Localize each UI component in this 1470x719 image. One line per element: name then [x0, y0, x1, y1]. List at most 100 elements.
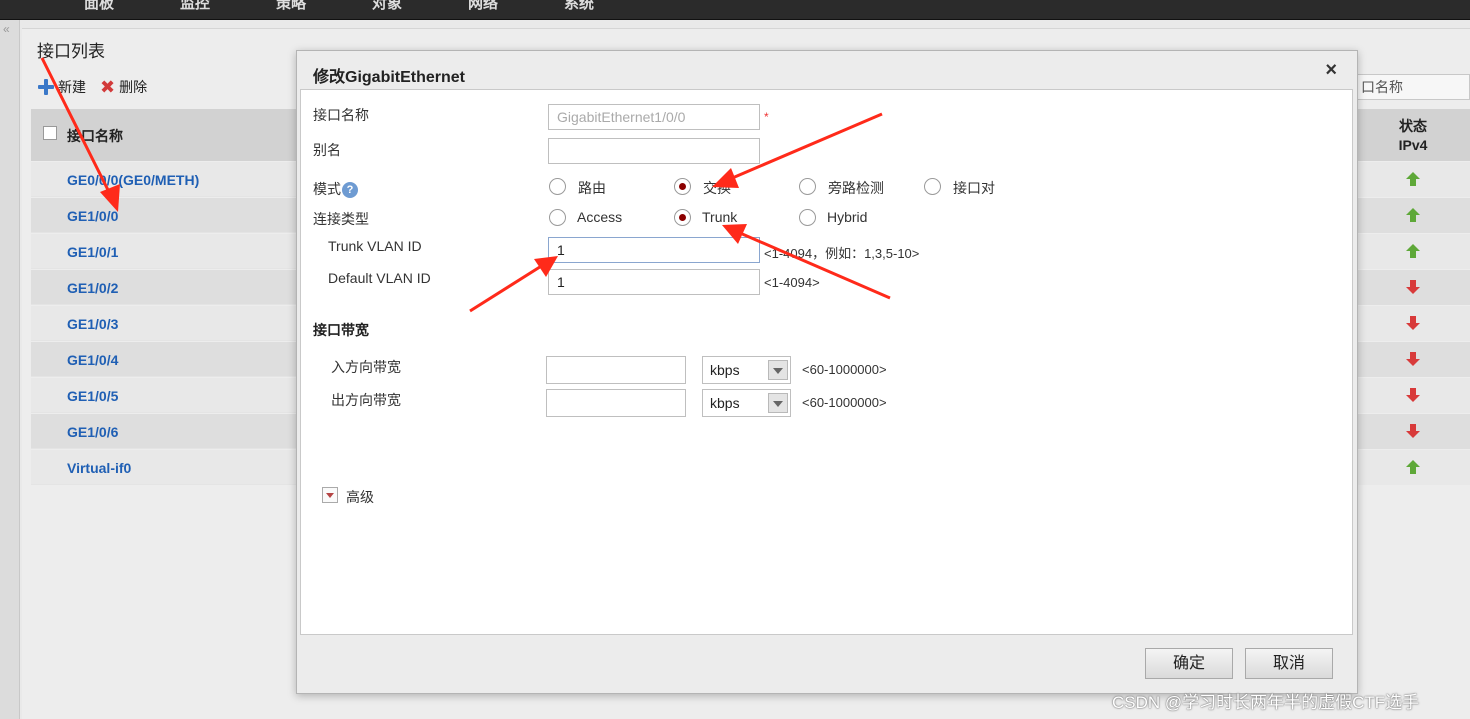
connection-type-label: 连接类型 [313, 211, 369, 227]
left-sidebar-collapsed [0, 20, 20, 719]
mode-pair-label: 接口对 [953, 180, 995, 196]
status-down-icon [1406, 388, 1420, 402]
select-all-checkbox[interactable] [43, 126, 57, 140]
interface-name-field: GigabitEthernet1/0/0 [548, 104, 760, 130]
default-vlan-hint: <1-4094> [764, 275, 820, 290]
interface-row[interactable]: Virtual-if0 [31, 450, 301, 485]
inbound-unit-value: kbps [710, 362, 740, 378]
mode-bypass-radio[interactable] [799, 178, 816, 195]
advanced-label[interactable]: 高级 [346, 487, 374, 507]
chevron-down-icon[interactable] [768, 393, 788, 413]
delete-icon: ✖ [100, 77, 116, 97]
interface-link[interactable]: GE1/0/0 [67, 208, 118, 224]
interface-link[interactable]: Virtual-if0 [67, 460, 131, 476]
page-title: 接口列表 [37, 42, 105, 61]
interface-row[interactable]: GE1/0/5 [31, 378, 301, 413]
interface-link[interactable]: GE1/0/6 [67, 424, 118, 440]
status-up-icon [1406, 460, 1420, 474]
ipv4-header-label: IPv4 [1398, 137, 1428, 153]
required-mark: * [764, 110, 769, 124]
alias-label: 别名 [313, 142, 341, 158]
interface-row[interactable]: GE1/0/1 [31, 234, 301, 269]
plus-icon [38, 79, 54, 95]
delete-button[interactable]: ✖ 删除 [100, 77, 147, 97]
cancel-button[interactable]: 取消 [1245, 648, 1333, 679]
interface-link[interactable]: GE1/0/2 [67, 280, 118, 296]
status-up-icon [1406, 244, 1420, 258]
inbound-unit-select[interactable]: kbps [702, 356, 791, 384]
interface-row[interactable]: GE1/0/4 [31, 342, 301, 377]
advanced-expand-icon[interactable] [322, 487, 338, 503]
interface-link[interactable]: GE1/0/4 [67, 352, 118, 368]
ipv4-status-cell [1356, 198, 1470, 233]
conn-access-radio[interactable] [549, 209, 566, 226]
mode-bypass-label: 旁路检测 [828, 180, 884, 196]
status-down-icon [1406, 316, 1420, 330]
status-up-icon [1406, 208, 1420, 222]
alias-input[interactable] [548, 138, 760, 164]
mode-label: 模式? [313, 179, 358, 199]
status-down-icon [1406, 280, 1420, 294]
ipv4-status-cell [1356, 342, 1470, 377]
nav-item-monitor[interactable]: 监控 [180, 0, 210, 13]
interface-row[interactable]: GE1/0/3 [31, 306, 301, 341]
bandwidth-section-title: 接口带宽 [313, 322, 369, 338]
delete-button-label: 删除 [119, 79, 148, 95]
default-vlan-input[interactable]: 1 [548, 269, 760, 295]
nav-item-dashboard[interactable]: 面板 [84, 0, 114, 13]
expand-sidebar-icon[interactable]: « [3, 22, 10, 36]
outbound-bandwidth-hint: <60-1000000> [802, 395, 887, 410]
inbound-bandwidth-input[interactable] [546, 356, 686, 384]
interface-row[interactable]: GE0/0/0(GE0/METH) [31, 162, 301, 197]
default-vlan-label: Default VLAN ID [328, 270, 431, 286]
status-header-label: 状态 [1399, 118, 1427, 134]
column-interface-name: 接口名称 [67, 128, 123, 144]
interface-row[interactable]: GE1/0/0 [31, 198, 301, 233]
mode-switch-label: 交换 [703, 180, 731, 196]
nav-item-policy[interactable]: 策略 [276, 0, 306, 13]
mode-switch-radio[interactable] [674, 178, 691, 195]
trunk-vlan-input[interactable]: 1 [548, 237, 760, 263]
status-down-icon [1406, 424, 1420, 438]
conn-hybrid-radio[interactable] [799, 209, 816, 226]
edit-interface-dialog: 修改GigabitEthernet × 接口名称 GigabitEthernet… [296, 50, 1358, 694]
dialog-title: 修改GigabitEthernet [313, 69, 466, 86]
ok-button[interactable]: 确定 [1145, 648, 1233, 679]
help-icon[interactable]: ? [342, 182, 358, 199]
conn-access-label: Access [577, 209, 623, 225]
interface-link[interactable]: GE0/0/0(GE0/METH) [67, 172, 199, 188]
interface-link[interactable]: GE1/0/1 [67, 244, 118, 260]
outbound-unit-value: kbps [710, 395, 740, 411]
ipv4-status-cell [1356, 270, 1470, 305]
status-down-icon [1406, 352, 1420, 366]
new-button-label: 新建 [58, 79, 86, 95]
interface-row[interactable]: GE1/0/6 [31, 414, 301, 449]
interface-row[interactable]: GE1/0/2 [31, 270, 301, 305]
dialog-form: 接口名称 GigabitEthernet1/0/0 * 别名 模式? 路由 交换… [300, 89, 1353, 635]
new-button[interactable]: 新建 [38, 77, 86, 97]
watermark: CSDN @学习时长两年半的虚假CTF选手 [1112, 693, 1420, 712]
nav-item-network[interactable]: 网络 [468, 0, 498, 13]
outbound-bandwidth-label: 出方向带宽 [331, 392, 401, 408]
interface-link[interactable]: GE1/0/3 [67, 316, 118, 332]
mode-pair-radio[interactable] [924, 178, 941, 195]
close-icon[interactable]: × [1325, 59, 1337, 82]
mode-route-label: 路由 [578, 180, 606, 196]
ipv4-status-cell [1356, 234, 1470, 269]
ipv4-status-cell [1356, 306, 1470, 341]
mode-label-text: 模式 [313, 181, 341, 197]
conn-trunk-radio[interactable] [674, 209, 691, 226]
nav-item-system[interactable]: 系统 [564, 0, 594, 13]
mode-route-radio[interactable] [549, 178, 566, 195]
ipv4-status-cell [1356, 414, 1470, 449]
outbound-unit-select[interactable]: kbps [702, 389, 791, 417]
interface-search-input[interactable]: 口名称 [1356, 74, 1470, 100]
inbound-bandwidth-hint: <60-1000000> [802, 362, 887, 377]
conn-trunk-label: Trunk [702, 209, 738, 225]
column-status-ipv4: 状态 IPv4 [1356, 109, 1470, 161]
chevron-down-icon[interactable] [768, 360, 788, 380]
interface-link[interactable]: GE1/0/5 [67, 388, 118, 404]
outbound-bandwidth-input[interactable] [546, 389, 686, 417]
nav-item-object[interactable]: 对象 [372, 0, 402, 13]
interface-list-header: 接口名称 [31, 109, 301, 161]
